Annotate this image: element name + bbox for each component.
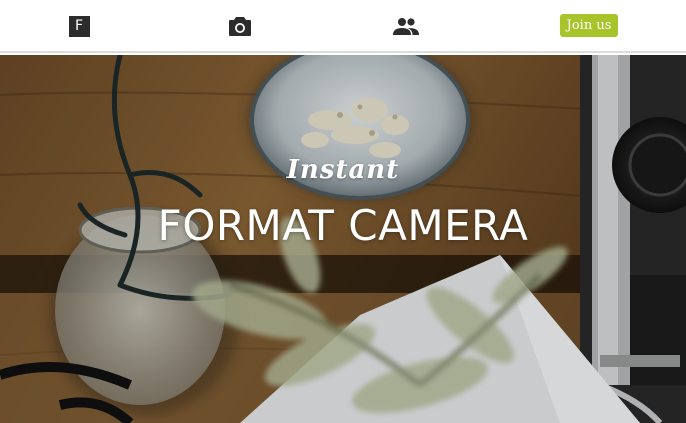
hero-subtitle: Instant	[286, 155, 400, 185]
join-us-button[interactable]: Join us	[560, 14, 618, 37]
people-icon	[393, 18, 419, 35]
top-navigation-bar: F Join us	[0, 0, 686, 53]
hero-banner: Instant FORMAT CAMERA	[0, 55, 686, 423]
community-button[interactable]	[391, 13, 421, 39]
hero-title: FORMAT CAMERA	[157, 201, 529, 250]
logo-icon: F	[68, 15, 90, 37]
logo-button[interactable]: F	[66, 13, 92, 39]
camera-icon	[229, 17, 251, 36]
camera-button[interactable]	[226, 13, 254, 39]
